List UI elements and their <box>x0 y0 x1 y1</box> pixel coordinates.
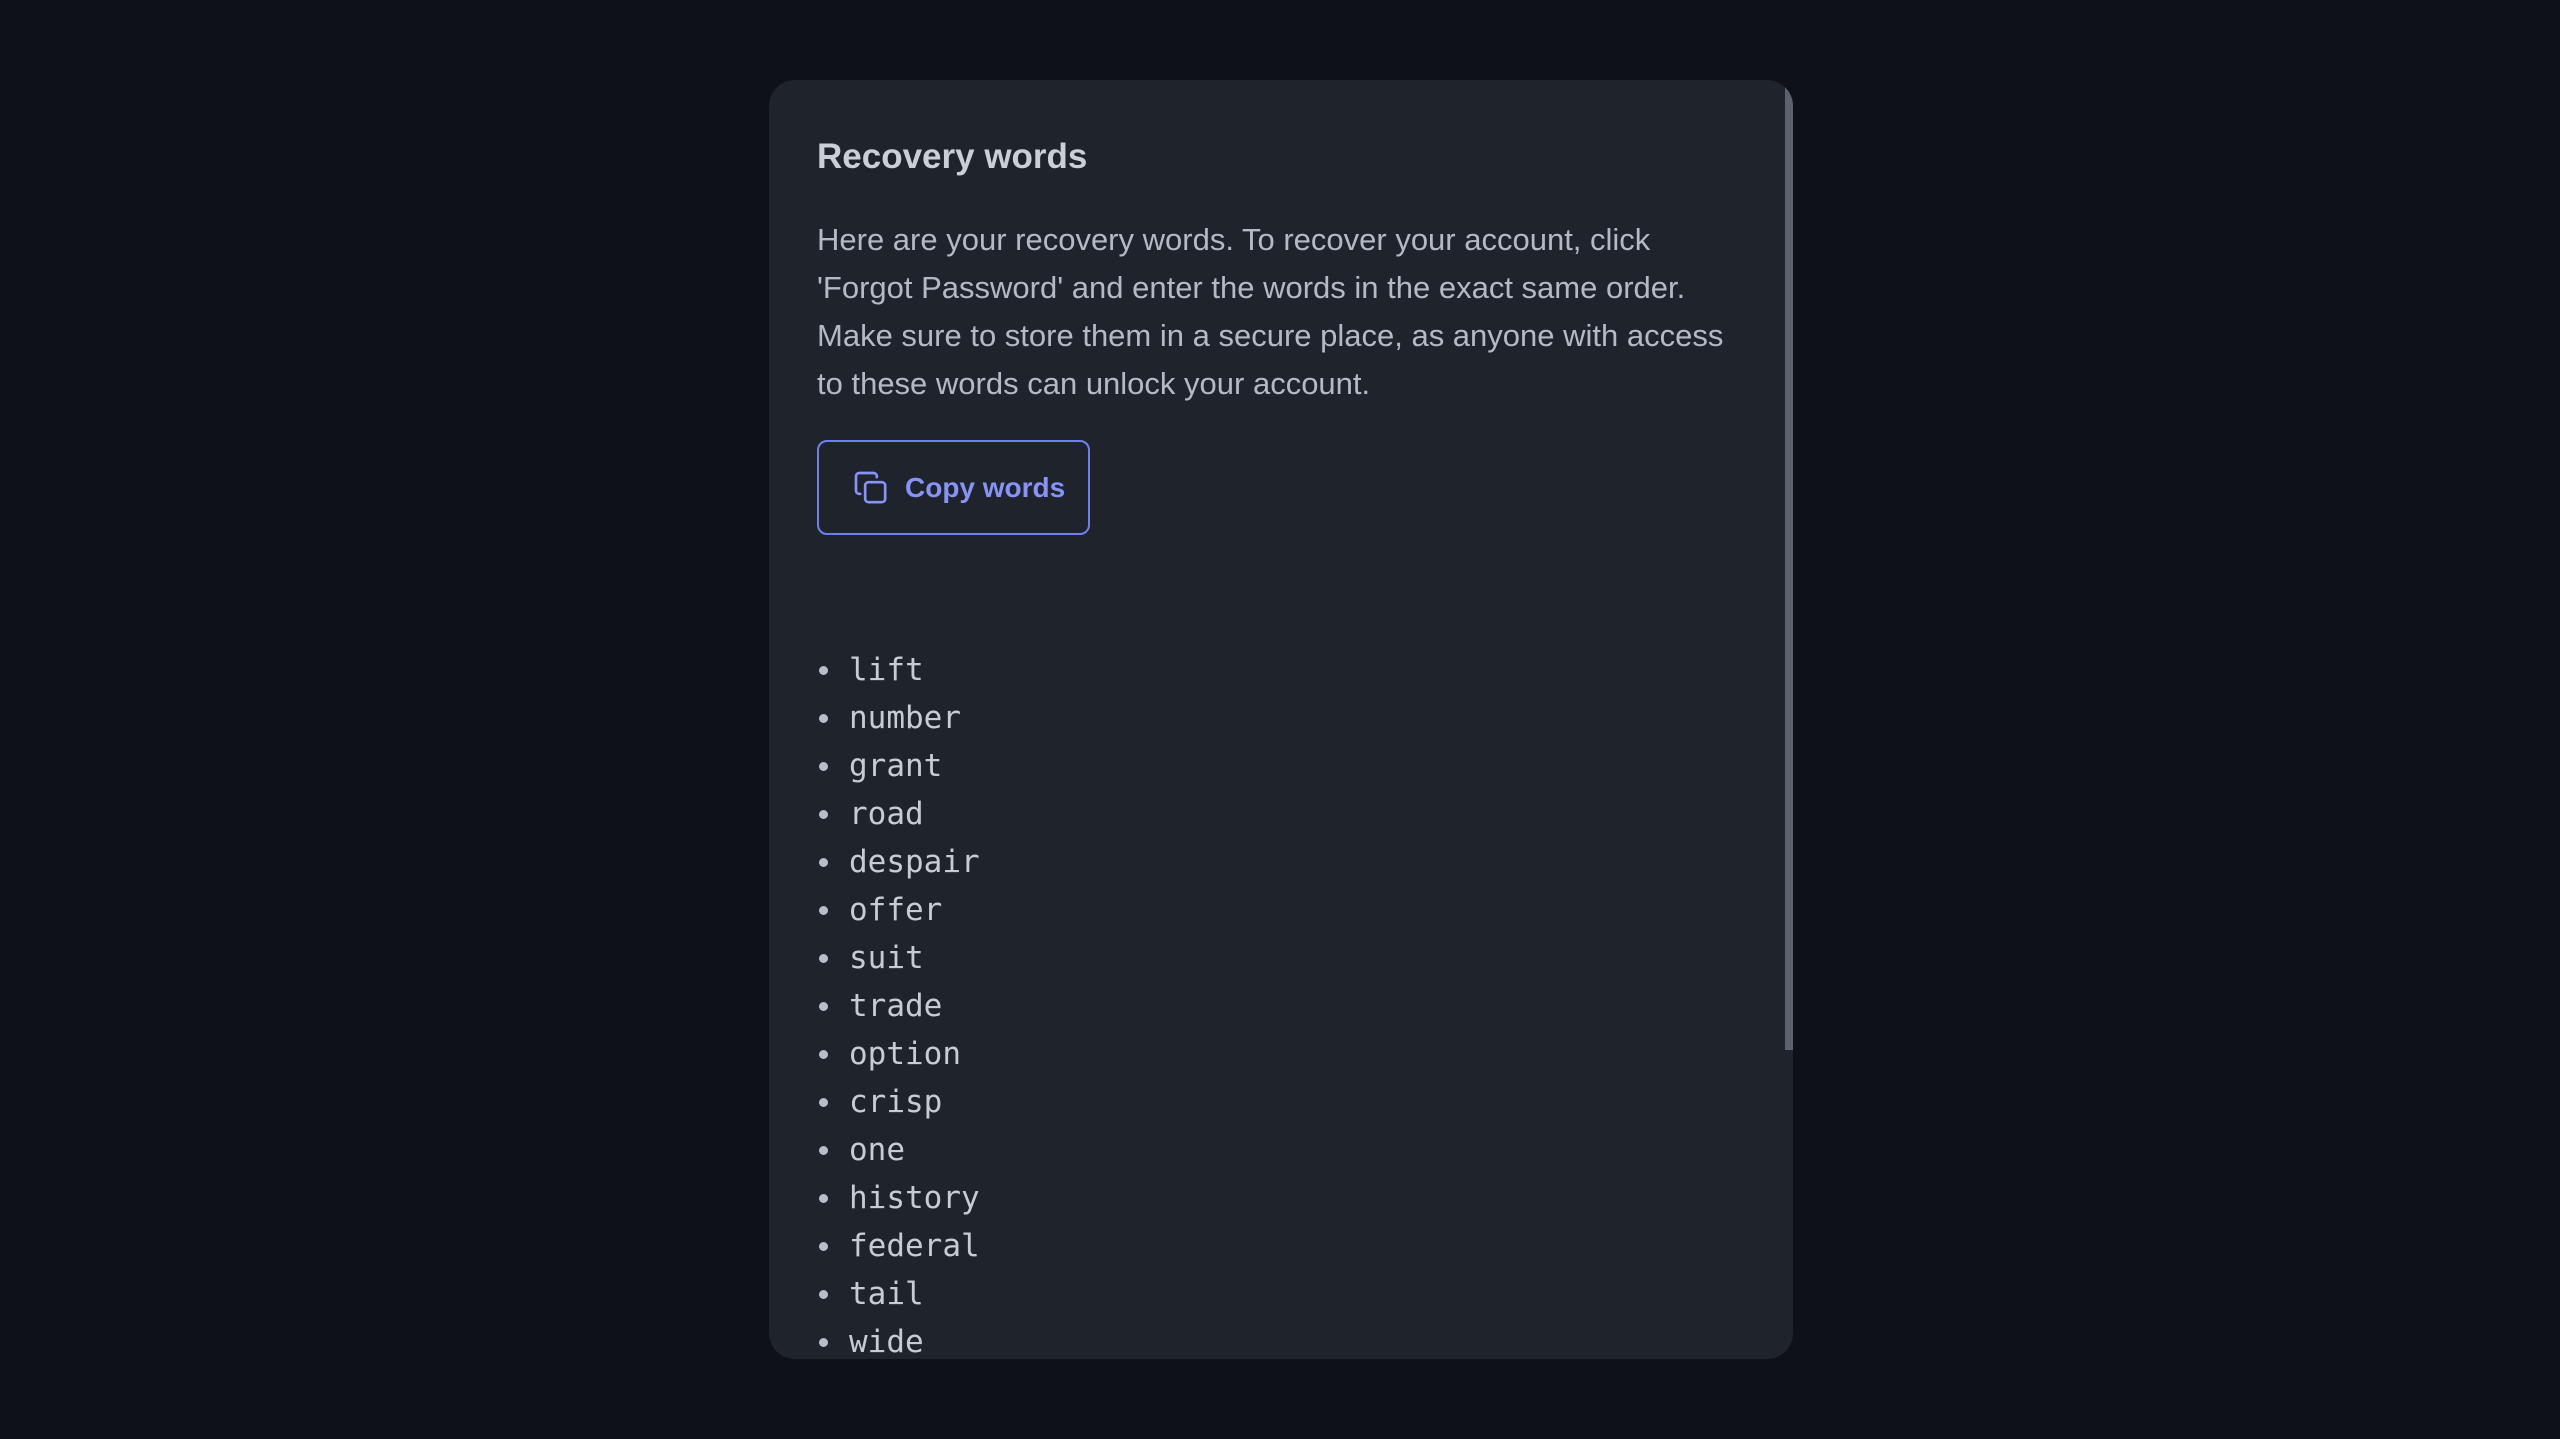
list-item: suit <box>817 934 980 982</box>
dialog-title: Recovery words <box>817 137 1088 176</box>
recovery-word: number <box>849 700 961 736</box>
recovery-word: suit <box>849 940 924 976</box>
bullet-icon <box>819 809 828 819</box>
recovery-word: lift <box>849 652 924 688</box>
recovery-word: history <box>849 1180 980 1216</box>
recovery-word-list: lift number grant road despair offer sui… <box>817 646 980 1359</box>
recovery-word: road <box>849 796 924 832</box>
list-item: one <box>817 1126 980 1174</box>
recovery-word: federal <box>849 1228 980 1264</box>
list-item: history <box>817 1174 980 1222</box>
bullet-icon <box>819 1097 828 1107</box>
copy-words-button[interactable]: Copy words <box>817 440 1090 535</box>
list-item: tail <box>817 1270 980 1318</box>
recovery-word: offer <box>849 892 943 928</box>
scrollbar-thumb[interactable] <box>1785 80 1793 1050</box>
list-item: road <box>817 790 980 838</box>
list-item: option <box>817 1030 980 1078</box>
list-item: despair <box>817 838 980 886</box>
bullet-icon <box>819 1001 828 1011</box>
list-item: trade <box>817 982 980 1030</box>
recovery-word: tail <box>849 1276 924 1312</box>
recovery-word: crisp <box>849 1084 943 1120</box>
bullet-icon <box>819 1193 828 1203</box>
list-item: wide <box>817 1318 980 1359</box>
recovery-word: option <box>849 1036 961 1072</box>
bullet-icon <box>819 953 828 963</box>
recovery-word: one <box>849 1132 905 1168</box>
copy-icon <box>854 471 887 503</box>
dialog-description: Here are your recovery words. To recover… <box>817 222 1724 401</box>
bullet-icon <box>819 1289 828 1299</box>
bullet-icon <box>819 1145 828 1155</box>
recovery-word: trade <box>849 988 943 1024</box>
list-item: federal <box>817 1222 980 1270</box>
recovery-words-dialog: Recovery words Here are your recovery wo… <box>769 80 1793 1359</box>
bullet-icon <box>819 1337 828 1347</box>
bullet-icon <box>819 665 828 675</box>
bullet-icon <box>819 1049 828 1059</box>
bullet-icon <box>819 1241 828 1251</box>
recovery-word: despair <box>849 844 980 880</box>
bullet-icon <box>819 761 828 771</box>
copy-words-label: Copy words <box>905 471 1066 503</box>
list-item: offer <box>817 886 980 934</box>
list-item: number <box>817 694 980 742</box>
recovery-word: grant <box>849 748 943 784</box>
recovery-word: wide <box>849 1324 924 1359</box>
bullet-icon <box>819 713 828 723</box>
list-item: lift <box>817 646 980 694</box>
list-item: grant <box>817 742 980 790</box>
bullet-icon <box>819 905 828 915</box>
bullet-icon <box>819 857 828 867</box>
list-item: crisp <box>817 1078 980 1126</box>
scrollbar[interactable] <box>1785 80 1793 1359</box>
